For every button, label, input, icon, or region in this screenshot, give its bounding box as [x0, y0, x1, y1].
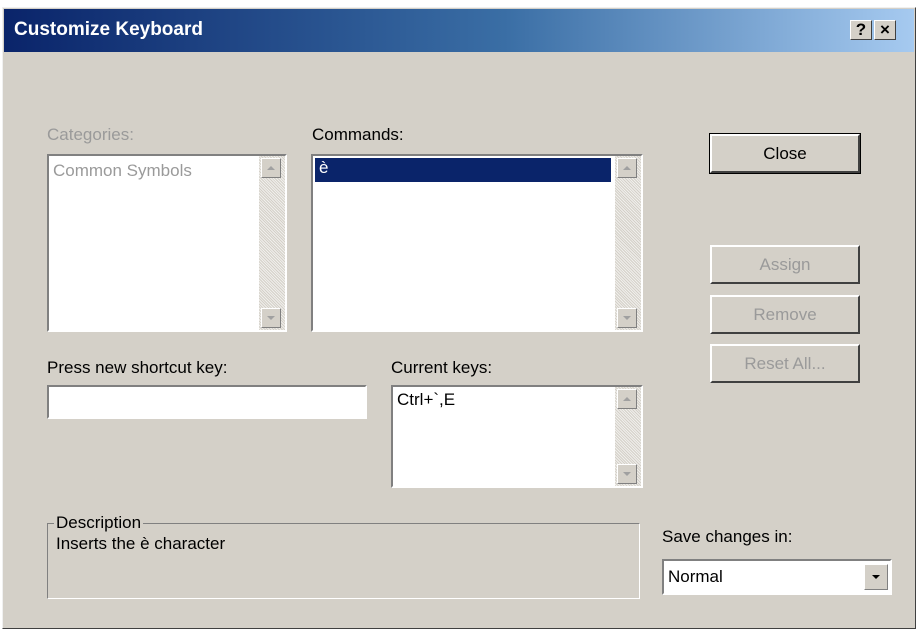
- title-bar[interactable]: Customize Keyboard ? ×: [4, 9, 914, 52]
- commands-listbox[interactable]: è: [311, 154, 643, 332]
- shortcut-label: Press new shortcut key:: [47, 358, 228, 377]
- dropdown-button[interactable]: [864, 564, 888, 590]
- scroll-up-button[interactable]: [617, 389, 637, 409]
- arrow-down-icon: [623, 316, 631, 320]
- description-title: Description: [54, 513, 144, 533]
- close-button[interactable]: Close: [709, 133, 861, 174]
- save-changes-value: Normal: [668, 567, 723, 586]
- categories-item[interactable]: Common Symbols: [53, 161, 192, 181]
- categories-scrollbar[interactable]: [259, 156, 285, 330]
- categories-listbox[interactable]: Common Symbols: [47, 154, 287, 332]
- close-window-button[interactable]: ×: [874, 20, 896, 40]
- scroll-down-button[interactable]: [617, 464, 637, 484]
- current-keys-label: Current keys:: [391, 358, 493, 377]
- categories-label: Categories:: [47, 125, 134, 144]
- save-changes-dropdown[interactable]: Normal: [662, 559, 892, 595]
- customize-keyboard-dialog: Customize Keyboard ? × Categories: Commo…: [2, 7, 916, 629]
- arrow-down-icon: [267, 316, 275, 320]
- help-icon: ?: [855, 20, 867, 39]
- commands-scrollbar[interactable]: [615, 156, 641, 330]
- scroll-up-button[interactable]: [261, 158, 281, 178]
- arrow-up-icon: [623, 166, 631, 170]
- shortcut-input[interactable]: [47, 385, 367, 419]
- current-keys-item[interactable]: Ctrl+`,E: [397, 390, 455, 410]
- arrow-down-icon: [623, 472, 631, 476]
- assign-button[interactable]: Assign: [710, 245, 860, 284]
- remove-button[interactable]: Remove: [710, 295, 860, 334]
- commands-label: Commands:: [312, 125, 404, 144]
- window-title: Customize Keyboard: [14, 19, 203, 40]
- scroll-down-button[interactable]: [261, 308, 281, 328]
- description-group: Description Inserts the è character: [47, 513, 640, 599]
- arrow-up-icon: [267, 166, 275, 170]
- help-button[interactable]: ?: [850, 20, 872, 40]
- close-icon: ×: [880, 20, 890, 39]
- description-text: Inserts the è character: [56, 534, 226, 553]
- current-keys-scrollbar[interactable]: [615, 387, 641, 486]
- commands-item-selected[interactable]: è: [315, 158, 611, 182]
- current-keys-listbox[interactable]: Ctrl+`,E: [391, 385, 643, 488]
- scroll-up-button[interactable]: [617, 158, 637, 178]
- save-changes-label: Save changes in:: [662, 527, 793, 546]
- arrow-up-icon: [623, 397, 631, 401]
- reset-all-button[interactable]: Reset All...: [710, 344, 860, 383]
- scroll-down-button[interactable]: [617, 308, 637, 328]
- chevron-down-icon: [872, 575, 880, 579]
